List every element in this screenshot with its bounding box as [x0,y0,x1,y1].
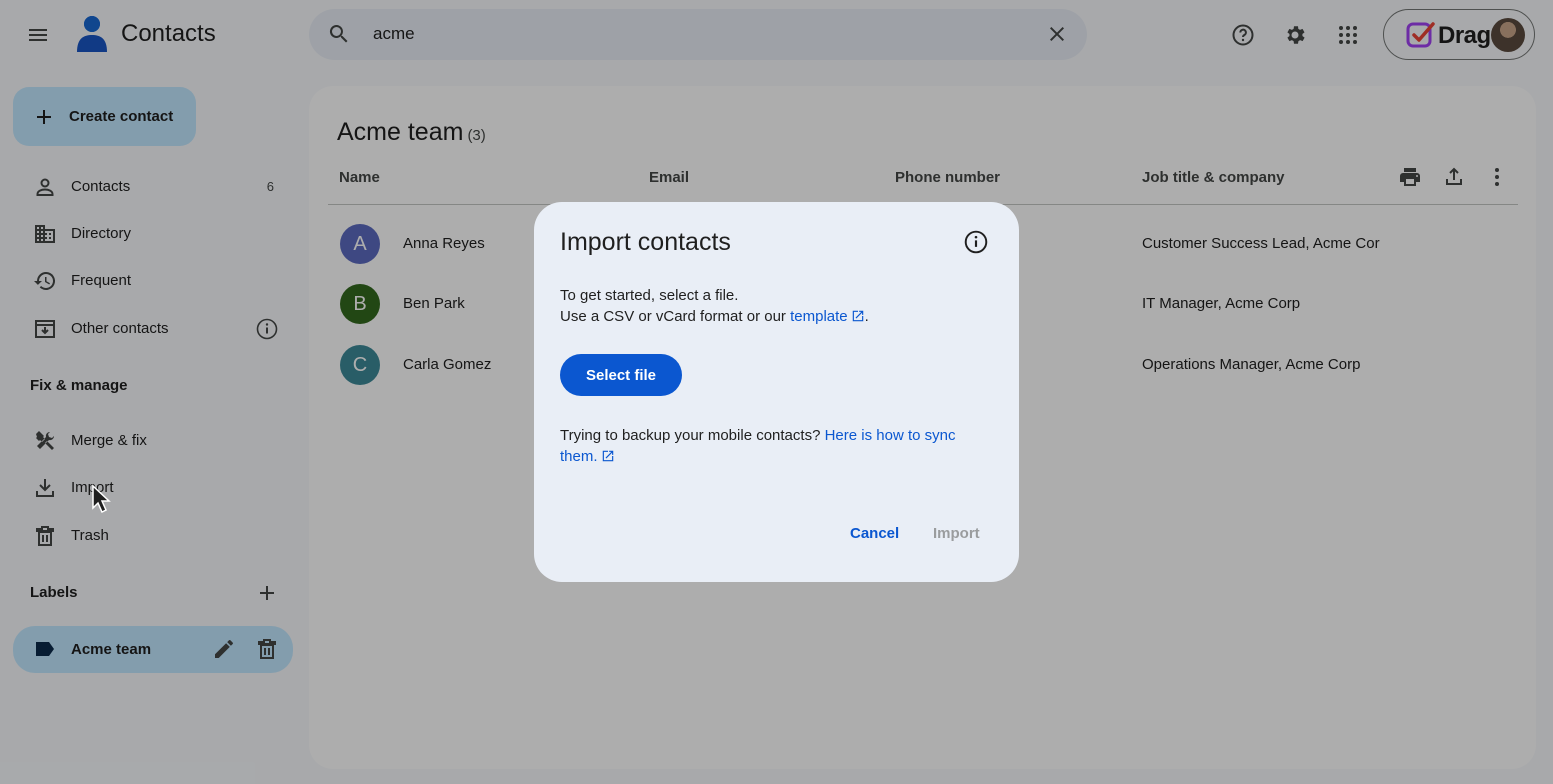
import-contacts-dialog: Import contacts To get started, select a… [534,202,1019,582]
backup-text: Trying to backup your mobile contacts? [560,427,821,444]
format-text: Use a CSV or vCard format or our [560,308,786,325]
sync-link-label: Here is how to sync [824,427,956,444]
backup-hint: Trying to backup your mobile contacts? H… [560,425,990,467]
dialog-instructions-line2: Use a CSV or vCard format or our templat… [560,308,869,325]
template-link-label: template [790,308,848,325]
select-file-button[interactable]: Select file [560,354,682,396]
import-button[interactable]: Import [933,525,980,542]
template-link[interactable]: template [790,308,865,325]
period-text: . [864,308,869,325]
info-icon[interactable] [963,229,989,255]
open-external-icon [602,450,613,462]
sync-link-label-2: them. [560,448,598,465]
open-external-icon [852,310,863,322]
dialog-instructions-line1: To get started, select a file. [560,287,739,304]
mouse-cursor-icon [92,484,111,514]
cancel-button[interactable]: Cancel [850,525,899,542]
dialog-title: Import contacts [560,228,731,256]
